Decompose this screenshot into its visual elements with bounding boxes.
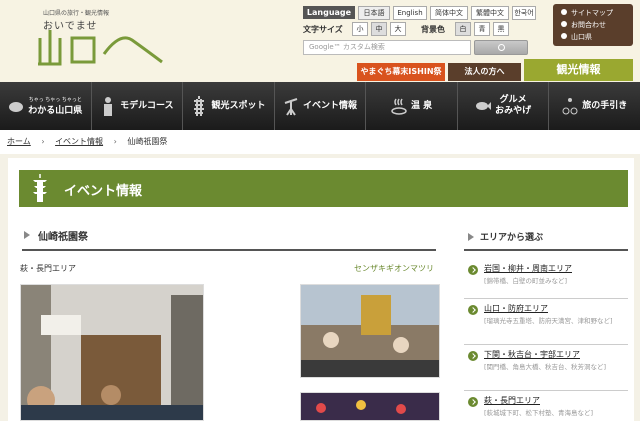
breadcrumb-home[interactable]: ホーム	[7, 137, 31, 146]
arrow-circle-icon	[468, 351, 478, 361]
nav-label: 観光スポット	[211, 100, 266, 111]
chevron-right-icon	[24, 231, 30, 239]
festival-photo-main[interactable]	[20, 284, 204, 421]
nav-label: 温 泉	[411, 100, 433, 111]
sidebar-item-desc: [錦帯橋、白壁の町並みなど]	[484, 277, 568, 285]
sidebar-title: エリアから選ぶ	[480, 233, 544, 243]
sidebar-item-iwakuni[interactable]: 岩国・柳井・周南エリア [錦帯橋、白壁の町並みなど]	[464, 261, 628, 299]
arrow-circle-icon	[468, 397, 478, 407]
search-input[interactable]: Google™ カスタム検索	[303, 40, 471, 55]
nav-item-gourmet[interactable]: グルメ おみやげ	[458, 82, 550, 130]
pagoda-icon	[194, 96, 205, 116]
pagoda-icon	[33, 174, 47, 202]
sidebar-item-yamaguchi[interactable]: 山口・防府エリア [瑠璃光寺五重塔、防府天満宮、津和野など]	[464, 299, 628, 345]
sidebar-item-hagi[interactable]: 萩・長門エリア [萩城城下町、松下村塾、青海島など]	[464, 391, 628, 421]
main-content: イベント情報 仙崎祇園祭 萩・長門エリア センザキギオンマツリ エリアから選ぶ …	[8, 158, 634, 421]
chevron-right-icon	[468, 233, 474, 241]
bg-black-button[interactable]: 黒	[493, 22, 509, 36]
festival-photo-2[interactable]	[300, 284, 440, 378]
page-title: 仙崎祇園祭	[38, 232, 88, 243]
arrow-circle-icon	[468, 305, 478, 315]
tourism-info-banner[interactable]: 観光情報	[524, 59, 633, 81]
nav-sublabel: ちゃっ ちゃっ ちゃっと	[28, 97, 82, 103]
search-icon	[498, 44, 505, 51]
corporate-banner[interactable]: 法人の方へ	[448, 63, 521, 81]
nav-label: モデルコース	[120, 100, 174, 111]
fugu-icon	[9, 102, 24, 112]
font-medium-button[interactable]: 中	[371, 22, 387, 36]
breadcrumb: ホーム › イベント情報 › 仙崎祇園祭	[0, 130, 640, 154]
section-header: イベント情報	[19, 170, 628, 207]
nav-label: わかる山口県	[28, 106, 83, 116]
sitemap-link[interactable]: サイトマップ	[561, 7, 633, 19]
sidebar-item-label[interactable]: 萩・長門エリア	[484, 395, 540, 406]
main-nav: ちゃっ ちゃっ ちゃっと わかる山口県 モデルコース 観光スポット イベント情報 …	[0, 82, 640, 130]
nav-label: イベント情報	[303, 100, 358, 111]
bg-blue-button[interactable]: 青	[474, 22, 490, 36]
sidebar-item-desc: [萩城城下町、松下村塾、青海島など]	[484, 409, 594, 417]
nav-item-travel-guide[interactable]: 旅の手引き	[549, 82, 640, 130]
dancer-icon	[284, 98, 298, 116]
ishin-festival-banner[interactable]: やまぐち幕末ISHIN祭	[357, 63, 445, 81]
site-header: 山口県の旅行・観光情報 おいでませ Language 日本語 English 简…	[0, 0, 640, 82]
bullet-icon	[561, 21, 567, 27]
nav-label: 旅の手引き	[582, 100, 628, 111]
section-title: イベント情報	[64, 184, 143, 199]
sidebar-item-label[interactable]: 岩国・柳井・周南エリア	[484, 263, 572, 274]
font-small-button[interactable]: 小	[352, 22, 368, 36]
fish-icon	[476, 102, 492, 110]
sidebar-item-shimonoseki[interactable]: 下関・秋吉台・宇部エリア [関門橋、角島大橋、秋吉台、秋芳洞など]	[464, 345, 628, 391]
festival-photo-3[interactable]	[300, 392, 440, 421]
bg-color-label: 背景色	[421, 25, 445, 34]
breadcrumb-events[interactable]: イベント情報	[55, 137, 103, 146]
bullet-icon	[561, 9, 567, 15]
lang-japanese-button[interactable]: 日本語	[358, 6, 390, 20]
site-tagline: 山口県の旅行・観光情報	[43, 10, 110, 17]
nav-item-about-yamaguchi[interactable]: ちゃっ ちゃっ ちゃっとわかる山口県	[0, 82, 92, 130]
bg-white-button[interactable]: 白	[455, 22, 471, 36]
nav-item-model-course[interactable]: モデルコース	[92, 82, 184, 130]
nav-item-onsen[interactable]: 温 泉	[366, 82, 458, 130]
sidebar-item-label[interactable]: 下関・秋吉台・宇部エリア	[484, 349, 580, 360]
lang-traditional-chinese-button[interactable]: 繁體中文	[471, 6, 509, 20]
language-label: Language	[303, 6, 355, 19]
font-size-label: 文字サイズ	[303, 25, 343, 34]
site-logo[interactable]	[36, 28, 166, 72]
nav-label: グルメ	[499, 95, 527, 105]
sidebar-item-label[interactable]: 山口・防府エリア	[484, 303, 548, 314]
breadcrumb-separator-icon: ›	[113, 137, 117, 146]
sidebar-heading: エリアから選ぶ	[464, 225, 628, 251]
breadcrumb-current: 仙崎祇園祭	[127, 137, 168, 146]
event-reading: センザキギオンマツリ	[354, 264, 434, 273]
bullet-icon	[561, 33, 567, 39]
contact-link[interactable]: お問合わせ	[561, 19, 633, 31]
breadcrumb-separator-icon: ›	[41, 137, 45, 146]
event-area: 萩・長門エリア	[20, 264, 76, 273]
nav-label-2: おみやげ	[495, 106, 532, 116]
page-heading: 仙崎祇園祭	[22, 225, 436, 251]
hot-spring-icon	[391, 98, 407, 115]
utility-links: サイトマップ お問合わせ 山口県	[553, 4, 633, 46]
nav-item-sightseeing[interactable]: 観光スポット	[183, 82, 275, 130]
nav-item-events[interactable]: イベント情報	[275, 82, 367, 130]
font-large-button[interactable]: 大	[390, 22, 406, 36]
sidebar-item-desc: [瑠璃光寺五重塔、防府天満宮、津和野など]	[484, 317, 613, 325]
yamaguchi-pref-link[interactable]: 山口県	[561, 31, 633, 43]
bicycle-icon	[562, 98, 578, 115]
lang-english-button[interactable]: English	[393, 6, 427, 20]
lang-korean-button[interactable]: 한국어	[512, 6, 536, 20]
search-button[interactable]	[474, 40, 528, 55]
samurai-icon	[104, 97, 113, 116]
lang-simplified-chinese-button[interactable]: 简体中文	[430, 6, 468, 20]
arrow-circle-icon	[468, 265, 478, 275]
sidebar-item-desc: [関門橋、角島大橋、秋吉台、秋芳洞など]	[484, 363, 607, 371]
